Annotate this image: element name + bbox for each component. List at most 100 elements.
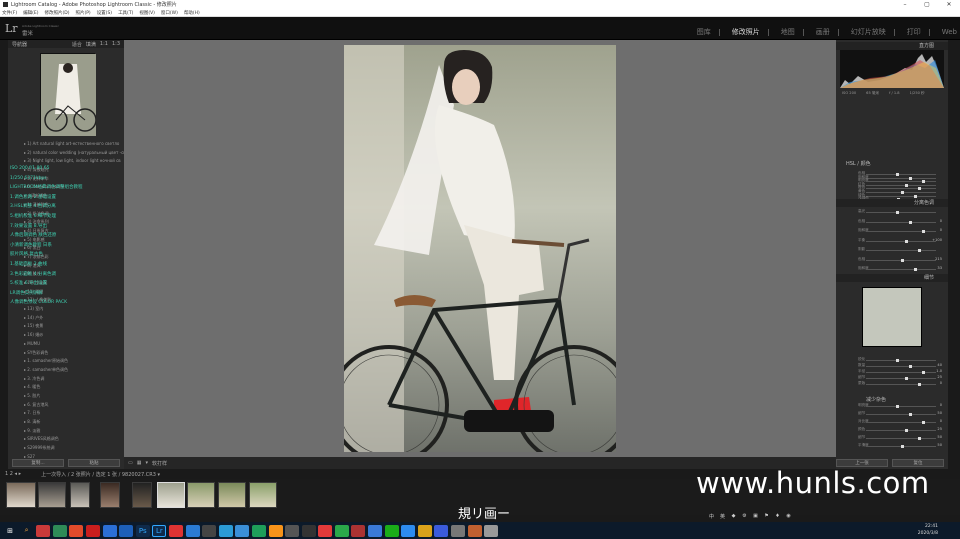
preset-item[interactable]: ▸ MUMU — [8, 340, 124, 349]
slider-track[interactable] — [866, 268, 936, 271]
maximize-icon[interactable]: ▢ — [916, 0, 938, 9]
copy-button[interactable]: 复制... — [12, 459, 64, 467]
hsl-header[interactable]: HSL / 颜色 — [836, 160, 948, 168]
ime-tray-item[interactable]: 中 — [706, 513, 717, 520]
paste-button[interactable]: 粘贴 — [68, 459, 120, 467]
menu-item[interactable]: 设置(S) — [97, 10, 112, 16]
preset-item[interactable]: ▸ 6. 复古港风 — [8, 401, 124, 410]
preset-item[interactable]: ▸ 2) natural color wedding (натуральный … — [8, 149, 124, 158]
preset-item[interactable]: ▸ SIRIVES风格调色 — [8, 435, 124, 444]
slider-track[interactable] — [866, 365, 936, 368]
slider-track[interactable] — [866, 421, 936, 424]
clock[interactable]: 22:41 2020/3/8 — [918, 523, 938, 537]
menu-item[interactable]: 视图(V) — [139, 10, 155, 16]
app-icon[interactable] — [36, 524, 51, 537]
slider-thumb[interactable] — [914, 268, 917, 271]
module-4[interactable]: 幻灯片放映 — [851, 27, 886, 37]
ime-tray-item[interactable]: ◆ — [728, 513, 739, 520]
photo-canvas[interactable] — [124, 40, 836, 457]
slider-track[interactable] — [866, 413, 936, 416]
slider-thumb[interactable] — [896, 211, 899, 214]
slider-track[interactable] — [866, 258, 936, 262]
slider-track[interactable] — [866, 239, 936, 243]
app-icon[interactable] — [119, 524, 134, 537]
app-icon[interactable] — [235, 524, 250, 537]
wechat-icon[interactable] — [384, 524, 399, 537]
app-icon[interactable] — [434, 524, 449, 537]
slider-track[interactable] — [866, 220, 936, 224]
ime-tray-item[interactable]: ◉ — [783, 513, 794, 520]
app-icon[interactable] — [368, 524, 383, 537]
preset-item[interactable]: ▸ 4. 暖色 — [8, 383, 124, 392]
preset-item[interactable]: ▸ 14) 户外 — [8, 314, 124, 323]
slider-thumb[interactable] — [905, 183, 908, 187]
app-icon[interactable] — [417, 524, 432, 537]
detail-header[interactable]: 细节 — [836, 274, 948, 282]
app-icon[interactable] — [318, 524, 333, 537]
slider-thumb[interactable] — [918, 187, 921, 191]
slider-track[interactable] — [866, 230, 936, 233]
filmstrip-source[interactable]: 上一次导入 / 2 张照片 / 选定 1 张 / 9820027.CR3 ▾ — [41, 471, 160, 478]
menu-item[interactable]: 工具(T) — [118, 10, 133, 16]
app-icon[interactable] — [185, 524, 200, 537]
ime-tray-item[interactable]: ⚙ — [739, 513, 750, 520]
slider-thumb[interactable] — [901, 258, 904, 262]
slider-thumb[interactable] — [914, 194, 917, 198]
app-icon[interactable] — [334, 524, 349, 537]
filmstrip-thumb[interactable] — [249, 482, 277, 508]
ime-tray-item[interactable]: 英 — [717, 513, 728, 520]
preset-item[interactable]: ▸ 5. 胶片 — [8, 392, 124, 401]
slider-track[interactable] — [866, 194, 936, 198]
navigator-header[interactable]: 导航器 适合 填满 1:1 1:3 — [8, 40, 124, 48]
slider-track[interactable] — [866, 187, 936, 191]
app-icon[interactable] — [301, 524, 316, 537]
slider-thumb[interactable] — [901, 445, 904, 448]
slider-track[interactable] — [866, 377, 936, 380]
module-2[interactable]: 地图 — [781, 27, 795, 37]
slider-track[interactable] — [866, 183, 936, 187]
preset-item[interactable]: ▸ 7. 日系 — [8, 409, 124, 418]
slider-thumb[interactable] — [909, 176, 912, 180]
filmstrip-nav[interactable]: 1 2 ◂ ▸ — [5, 471, 21, 477]
preset-item[interactable]: ▸ 16) 婚纱 — [8, 331, 124, 340]
toolbar-item[interactable]: ▾ — [145, 460, 148, 466]
preset-item[interactable]: ▸ 2. samasher单色调色 — [8, 366, 124, 375]
search-icon[interactable]: ⌕ — [20, 525, 34, 537]
filmstrip-thumb-selected[interactable] — [157, 482, 185, 508]
minimize-icon[interactable]: – — [894, 0, 916, 9]
preset-item[interactable]: ▸ S27 — [8, 453, 124, 458]
slider-thumb[interactable] — [922, 421, 925, 424]
navigator-zoom-option[interactable]: 1:1 — [100, 41, 108, 48]
app-icon[interactable] — [202, 524, 217, 537]
toolbar-item[interactable]: ▭ — [128, 460, 133, 466]
slider-thumb[interactable] — [922, 371, 925, 374]
split-toning-header[interactable]: 分离色调 — [836, 199, 948, 207]
preset-item[interactable]: ▸ 1) Art natural light art-естественного… — [8, 140, 124, 149]
module-6[interactable]: Web — [942, 28, 957, 36]
app-icon[interactable] — [451, 524, 466, 537]
app-icon[interactable] — [52, 524, 67, 537]
start-icon[interactable]: ⊞ — [3, 525, 17, 537]
app-icon[interactable] — [268, 524, 283, 537]
navigator-zoom-option[interactable]: 填满 — [86, 41, 96, 48]
slider-thumb[interactable] — [922, 180, 925, 184]
menu-item[interactable]: 照片(P) — [75, 10, 90, 16]
slider-track[interactable] — [866, 371, 936, 374]
slider-thumb[interactable] — [918, 437, 921, 440]
app-icon[interactable] — [85, 524, 100, 537]
navigator-zoom-option[interactable]: 适合 — [72, 41, 82, 48]
menu-item[interactable]: 修改照片(D) — [44, 10, 69, 16]
module-0[interactable]: 图库 — [697, 27, 711, 37]
app-icon[interactable] — [467, 524, 482, 537]
preset-item[interactable]: ▸ S29999系统调 — [8, 444, 124, 453]
slider-thumb[interactable] — [918, 249, 921, 252]
preset-item[interactable]: ▸ 15) 夜景 — [8, 322, 124, 331]
slider-thumb[interactable] — [909, 220, 912, 224]
slider-track[interactable] — [866, 429, 936, 432]
module-3[interactable]: 画册 — [816, 27, 830, 37]
preset-item[interactable]: ▸ 1. samasher原始调色 — [8, 357, 124, 366]
slider-track[interactable] — [866, 437, 936, 440]
slider-track[interactable] — [866, 249, 936, 252]
slider-thumb[interactable] — [901, 191, 904, 194]
toolbar-item[interactable]: ▦ — [137, 460, 142, 466]
